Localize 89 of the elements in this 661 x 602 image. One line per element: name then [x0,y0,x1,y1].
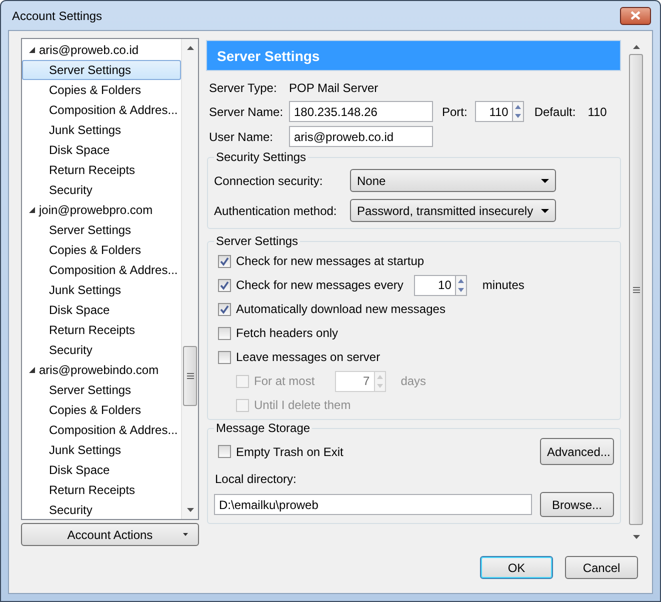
checkbox-label: Until I delete them [254,397,351,414]
field-label: Server Type: [209,80,278,97]
checkbox-label: Empty Trash on Exit [236,444,344,460]
dialog-button[interactable]: Cancel [565,556,638,579]
expand-icon[interactable] [29,47,35,53]
tree-item[interactable]: Security [22,500,181,519]
account-email: join@prowebpro.com [39,202,153,219]
field-label: Server Name: [209,104,284,120]
scroll-up-icon[interactable] [186,46,194,50]
checkbox-label: Fetch headers only [236,325,338,342]
checkbox-label: Automatically download new messages [236,301,446,318]
checkbox-label: For at most [254,373,315,390]
field-label: Local directory: [215,471,298,488]
unit-label: minutes [482,277,524,294]
group-title: Security Settings [215,150,308,165]
group-title: Server Settings [215,234,300,249]
expand-icon[interactable] [29,367,35,373]
dropdown[interactable]: None [350,169,556,192]
field-label: User Name: [209,128,274,146]
tree-item[interactable]: Copies & Folders [22,400,181,420]
caret-icon [183,533,188,536]
checkbox[interactable] [218,326,231,340]
checkbox[interactable] [218,302,231,316]
group-title: Message Storage [215,421,312,436]
number-field[interactable]: 10 [414,274,456,296]
close-button[interactable] [620,6,651,24]
checkbox-label: Check for new messages every [236,277,404,294]
directory-field[interactable]: D:\emailku\proweb [214,494,532,515]
checkbox[interactable] [218,278,231,292]
dropdown-value: None [357,172,386,190]
user-name-field[interactable]: aris@proweb.co.id [289,126,433,147]
unit-label: days [400,373,426,390]
tree-item[interactable]: Junk Settings [22,440,181,460]
window-title: Account Settings [12,8,102,24]
tree-item[interactable]: Return Receipts [22,480,181,500]
tree-item[interactable]: Security [22,340,181,360]
tree-item[interactable]: Copies & Folders [22,240,181,260]
account-item[interactable]: aris@proweb.co.id [22,40,181,60]
tree-item[interactable]: Junk Settings [22,280,181,300]
tree-item[interactable]: Server Settings [22,380,181,400]
server-name-field[interactable]: 180.235.148.26 [289,101,433,122]
checkbox-label: Leave messages on server [236,349,380,366]
checkbox[interactable] [218,445,231,458]
tree-item[interactable]: Composition & Addres... [22,260,181,280]
tree-item[interactable]: Copies & Folders [22,80,181,100]
account-actions-button[interactable]: Account Actions [21,523,199,546]
browse-button[interactable]: Browse... [540,492,614,517]
account-email: aris@prowebindo.com [39,362,159,379]
dropdown[interactable]: Password, transmitted insecurely [350,199,556,222]
field-label: Port: [442,104,468,120]
spin-arrows[interactable] [513,101,524,122]
expand-icon[interactable] [29,207,35,213]
field-value: POP Mail Server [289,80,378,97]
field-label: Connection security: [214,172,324,190]
scroll-thumb[interactable] [629,54,643,525]
tree-item[interactable]: Server Settings [22,220,181,240]
spin-arrows[interactable] [456,274,468,296]
scroll-thumb[interactable] [183,346,197,406]
field-label: Authentication method: [214,202,338,220]
tree-item[interactable]: Junk Settings [22,120,181,140]
tree-item[interactable]: Disk Space [22,300,181,320]
field-value: 110 [588,104,607,120]
tree-item[interactable]: Server Settings [22,60,181,80]
tree-item[interactable]: Return Receipts [22,320,181,340]
caret-icon [541,208,549,212]
checkbox[interactable] [218,350,231,364]
port-field[interactable]: 110 [475,101,514,122]
checkbox-label: Check for new messages at startup [236,253,424,270]
tree-item[interactable]: Disk Space [22,140,181,160]
close-icon [630,11,641,20]
dialog-button[interactable]: OK [480,556,553,579]
tree-item[interactable]: Composition & Addres... [22,100,181,120]
dropdown-value: Password, transmitted insecurely [357,202,534,220]
account-email: aris@proweb.co.id [39,42,139,59]
checkbox[interactable] [218,254,231,268]
scroll-down-icon[interactable] [632,535,640,539]
tree-item[interactable]: Return Receipts [22,160,181,180]
panel-title: Server Settings [206,40,621,71]
scroll-down-icon[interactable] [186,508,194,512]
scroll-up-icon[interactable] [632,45,640,49]
account-item[interactable]: join@prowebpro.com [22,200,181,220]
caret-icon [541,178,549,182]
field-label: Default: [534,104,576,120]
advanced-button[interactable]: Advanced... [540,438,614,465]
scrollbar[interactable] [181,39,198,519]
tree-item[interactable]: Composition & Addres... [22,420,181,440]
account-item[interactable]: aris@prowebindo.com [22,360,181,380]
tree-item[interactable]: Disk Space [22,460,181,480]
tree-item[interactable]: Security [22,180,181,200]
